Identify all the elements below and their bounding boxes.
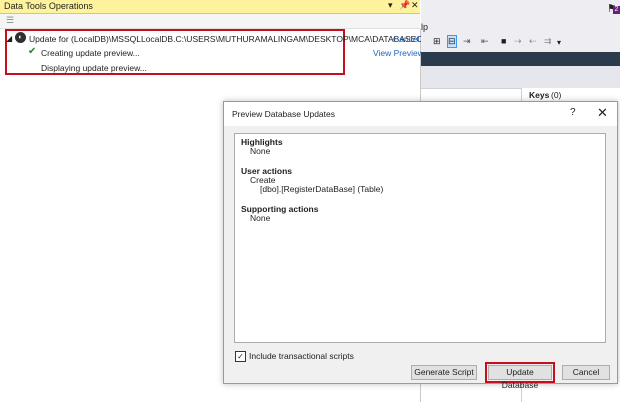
notification-count: 2 xyxy=(613,6,620,14)
toolbar-icon-2[interactable]: ⊟ xyxy=(447,35,457,48)
include-scripts-label: Include transactional scripts xyxy=(249,351,354,361)
generate-script-button[interactable]: Generate Script xyxy=(411,365,477,380)
preview-database-updates-dialog: Preview Database Updates ? ✕ Highlights … xyxy=(223,101,618,390)
toolbar-icon-5[interactable]: ⇢ xyxy=(514,36,522,47)
user-actions-item: [dbo].[RegisterDataBase] (Table) xyxy=(260,184,384,194)
include-scripts-checkbox[interactable]: ✓ xyxy=(235,351,246,362)
dialog-title: Preview Database Updates xyxy=(232,109,336,119)
update-database-button[interactable]: Update Database xyxy=(488,365,552,390)
view-preview-link[interactable]: View Preview xyxy=(373,48,424,58)
ide-menu-toolbar: lp ⚑ 2 ⊞ ⊟ ⇥ ⇤ ■ ⇢ ⇠ ⇉ ▾ xyxy=(421,0,620,52)
close-icon[interactable]: ✕ xyxy=(411,0,419,11)
supporting-actions-value: None xyxy=(250,213,271,223)
highlights-value: None xyxy=(250,146,271,156)
operation-cancel-link[interactable]: Cancel xyxy=(393,34,419,44)
keys-count: (0) xyxy=(551,90,562,100)
bookmark-icon[interactable]: ■ xyxy=(501,36,506,46)
updates-summary: Highlights None User actions Create [dbo… xyxy=(234,133,606,343)
dialog-close-icon[interactable]: ✕ xyxy=(597,105,608,121)
expand-arrow-icon[interactable]: ◢ xyxy=(6,34,12,43)
toolbar-icon-4[interactable]: ⇤ xyxy=(481,36,489,47)
operation-step-2: Displaying update preview... xyxy=(41,63,147,73)
clear-list-icon[interactable]: ☰ xyxy=(6,15,14,26)
keys-label: Keys xyxy=(529,90,550,100)
toolbar-icon-1[interactable]: ⊞ xyxy=(433,36,441,47)
toolbar-icon-6[interactable]: ⇠ xyxy=(529,36,537,47)
dropdown-arrow-icon[interactable]: ▾ xyxy=(388,0,393,11)
designer-toolbar: ⊞ ⊟ ⇥ ⇤ ■ ⇢ ⇠ ⇉ ▾ xyxy=(421,34,620,50)
cancel-button[interactable]: Cancel xyxy=(562,365,610,380)
designer-header xyxy=(421,66,620,89)
document-tab-strip xyxy=(421,52,620,66)
menu-help-fragment[interactable]: lp xyxy=(421,22,428,32)
toolbar-icon-7[interactable]: ⇉ xyxy=(544,36,552,47)
pin-icon[interactable]: 📌 xyxy=(399,0,410,11)
check-icon: ✔ xyxy=(28,46,37,57)
operation-title: Update for (LocalDB)\MSSQLLocalDB.C:\USE… xyxy=(29,34,437,44)
panel-title: Data Tools Operations xyxy=(4,1,93,11)
operation-step-1: Creating update preview... xyxy=(41,48,140,58)
help-button[interactable]: ? xyxy=(570,107,576,118)
panel-title-bar: Data Tools Operations ▾ 📌 ✕ xyxy=(0,0,420,14)
toolbar-overflow-icon[interactable]: ▾ xyxy=(557,38,561,47)
dialog-title-bar: Preview Database Updates ? ✕ xyxy=(224,102,617,126)
panel-toolbar: ☰ xyxy=(0,14,420,29)
toolbar-icon-3[interactable]: ⇥ xyxy=(463,36,471,47)
database-icon: ◐ xyxy=(15,32,26,43)
